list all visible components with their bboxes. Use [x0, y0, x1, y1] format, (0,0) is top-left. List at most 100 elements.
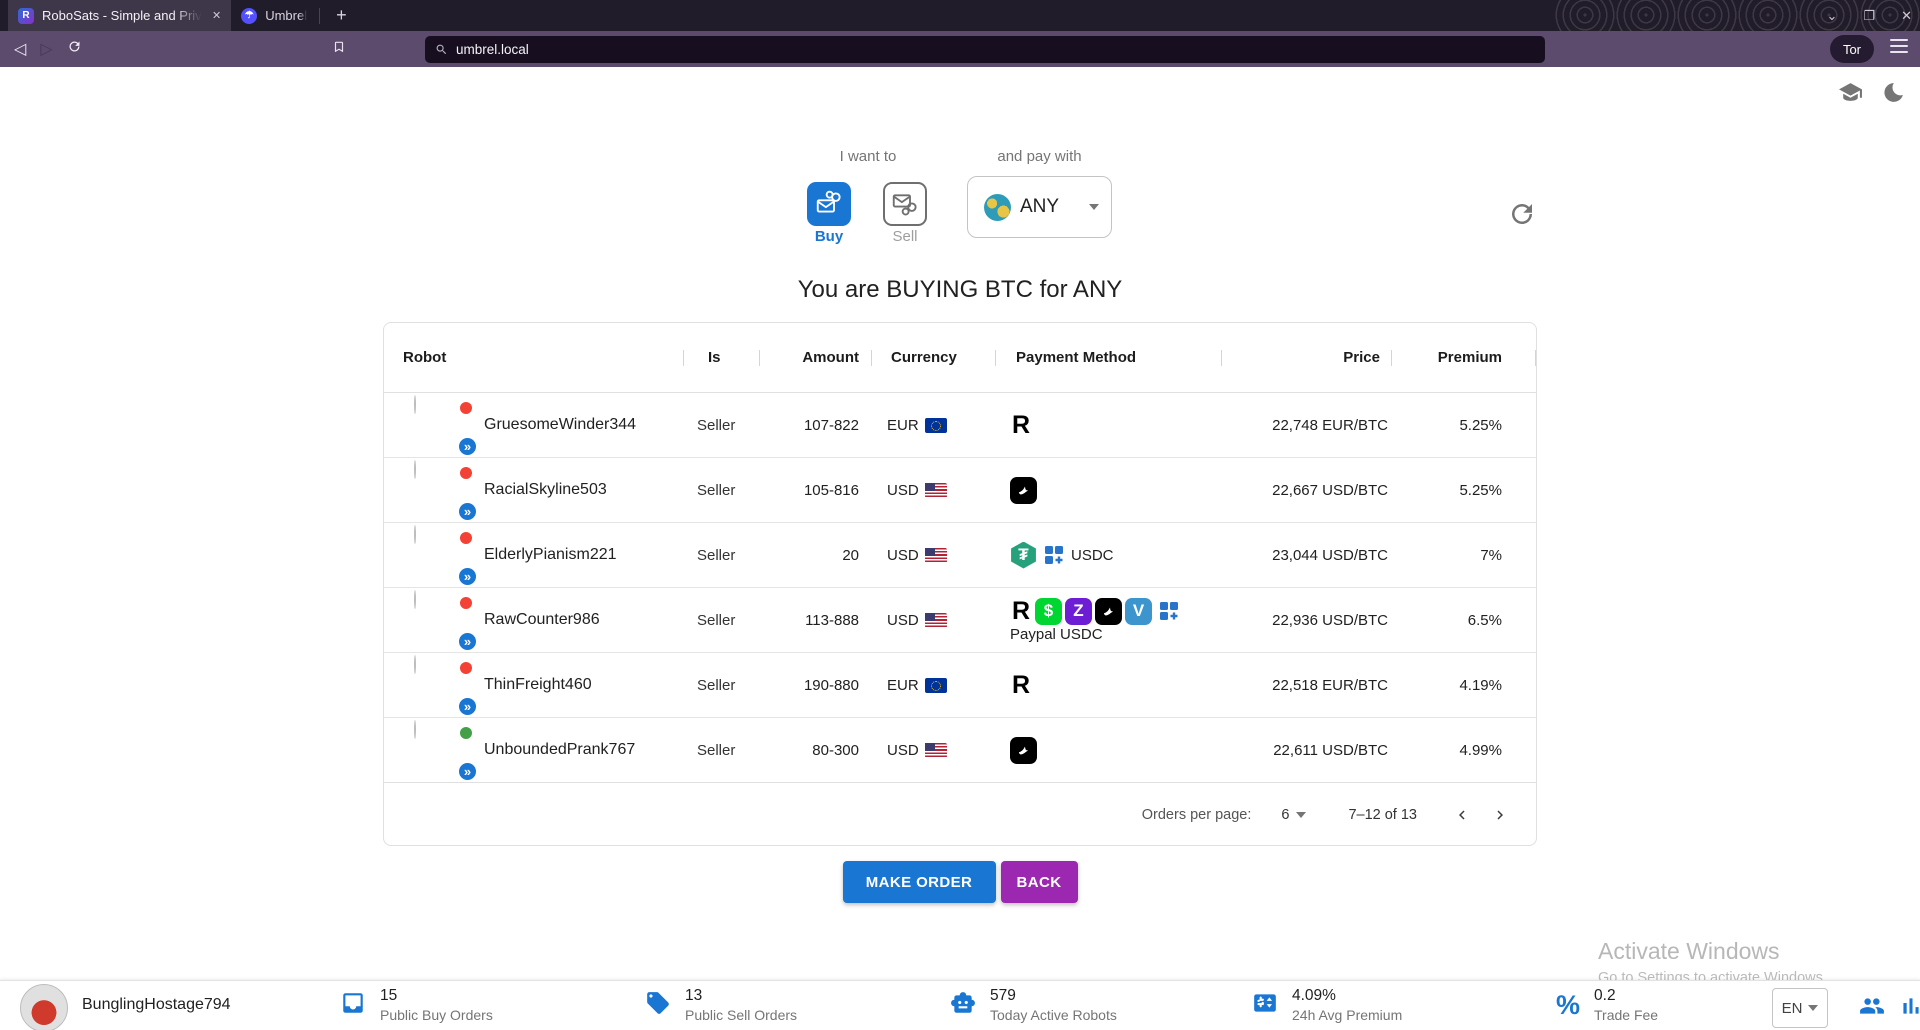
table-row[interactable]: » ThinFreight460 Seller 190-880 EUR R 22…: [384, 653, 1536, 718]
tab-umbrel[interactable]: ☂ Umbrel: [231, 0, 317, 31]
cashapp-icon: $: [1035, 598, 1062, 625]
page-range-label: 7–12 of 13: [1348, 807, 1417, 823]
browser-nav-bar: ◁ ▷ umbrel.local Tor: [0, 31, 1920, 67]
inbox-icon: [340, 990, 366, 1021]
currency-select[interactable]: ANY: [967, 176, 1112, 238]
minimize-icon[interactable]: ⌄: [1827, 8, 1838, 24]
previous-page-button[interactable]: [1443, 796, 1481, 834]
tab-title: Umbrel: [265, 8, 307, 23]
exchange-summary-icon[interactable]: [1898, 993, 1920, 1024]
table-row[interactable]: » RawCounter986 Seller 113-888 USD R$ZV …: [384, 588, 1536, 653]
user-nickname: BunglingHostage794: [82, 996, 231, 1014]
learn-icon[interactable]: [1838, 80, 1863, 110]
menu-icon[interactable]: [1890, 39, 1908, 53]
column-header-payment-method[interactable]: Payment Method: [996, 323, 1222, 392]
forward-icon[interactable]: ▷: [40, 39, 52, 59]
stat-today-active-robots: 579Today Active Robots: [950, 987, 1117, 1023]
premium-cell: 4.99%: [1392, 742, 1536, 759]
table-row[interactable]: » RacialSkyline503 Seller 105-816 USD 22…: [384, 458, 1536, 523]
next-page-button[interactable]: [1481, 796, 1519, 834]
premium-cell: 6.5%: [1392, 612, 1536, 629]
stat-24h-avg-premium: 4.09%24h Avg Premium: [1252, 987, 1402, 1023]
usdc-icon: [1040, 542, 1067, 569]
avatar: »: [414, 461, 472, 519]
avatar: »: [414, 526, 472, 584]
column-header-currency[interactable]: Currency: [872, 323, 996, 392]
orders-per-page-label: Orders per page:: [1142, 807, 1252, 823]
robot-name: GruesomeWinder344: [484, 416, 636, 434]
avatar: »: [414, 591, 472, 649]
double-chevron-badge: »: [457, 761, 478, 782]
double-chevron-badge: »: [457, 566, 478, 587]
bookmark-icon[interactable]: [332, 39, 346, 60]
status-badge: [460, 727, 472, 739]
user-avatar[interactable]: [20, 984, 68, 1030]
dark-mode-icon[interactable]: [1881, 80, 1906, 110]
column-header-amount[interactable]: Amount: [760, 323, 872, 392]
currency-cell: USD: [887, 482, 919, 499]
reload-icon[interactable]: [67, 39, 82, 59]
double-chevron-badge: »: [457, 436, 478, 457]
amount-cell: 107-822: [760, 417, 872, 434]
url-text: umbrel.local: [456, 42, 529, 57]
is-cell: Seller: [684, 677, 760, 694]
refresh-icon: [1507, 199, 1537, 229]
price-cell: 22,611 USD/BTC: [1222, 742, 1392, 759]
tor-button[interactable]: Tor: [1830, 35, 1874, 63]
refresh-button[interactable]: [1502, 194, 1542, 234]
page-title: You are BUYING BTC for ANY: [0, 276, 1920, 304]
back-icon[interactable]: ◁: [14, 39, 26, 59]
table-row[interactable]: » UnboundedPrank767 Seller 80-300 USD 22…: [384, 718, 1536, 783]
per-page-select[interactable]: 6: [1281, 807, 1306, 823]
table-header: Robot Is Amount Currency Payment Method …: [384, 323, 1536, 393]
community-icon[interactable]: [1858, 993, 1886, 1024]
back-button[interactable]: BACK: [1001, 861, 1078, 903]
bottom-status-bar: BunglingHostage794 15Public Buy Orders 1…: [0, 980, 1920, 1030]
robot-icon: [950, 990, 976, 1021]
premium-cell: 5.25%: [1392, 417, 1536, 434]
revolut-icon: R: [1010, 598, 1032, 625]
avatar: »: [414, 656, 472, 714]
revolut-icon: R: [1010, 412, 1032, 439]
i-want-to-label: I want to: [807, 148, 929, 165]
percent-icon: %: [1556, 992, 1580, 1019]
column-header-price[interactable]: Price: [1222, 323, 1392, 392]
amount-cell: 105-816: [760, 482, 872, 499]
new-tab-button[interactable]: +: [326, 5, 357, 26]
sell-toggle-button[interactable]: [883, 182, 927, 226]
robot-name: RawCounter986: [484, 611, 600, 629]
strike-icon: [1010, 737, 1037, 764]
column-header-premium[interactable]: Premium: [1392, 323, 1536, 392]
close-tab-icon[interactable]: ✕: [212, 9, 221, 22]
currency-cell: USD: [887, 742, 919, 759]
table-row[interactable]: » ElderlyPianism221 Seller 20 USD ₮USDC …: [384, 523, 1536, 588]
double-chevron-badge: »: [457, 631, 478, 652]
make-order-button[interactable]: MAKE ORDER: [843, 861, 996, 903]
amount-cell: 20: [760, 547, 872, 564]
robosats-favicon: R: [18, 8, 34, 24]
buy-toggle-button[interactable]: [807, 182, 851, 226]
window-controls: ⌄ ❐ ✕: [1827, 0, 1912, 31]
avatar: »: [414, 396, 472, 454]
umbrel-favicon: ☂: [241, 8, 257, 24]
column-header-robot[interactable]: Robot: [384, 323, 684, 392]
stat-trade-fee: % 0.2Trade Fee: [1556, 987, 1658, 1023]
url-bar[interactable]: umbrel.local: [425, 36, 1545, 63]
table-row[interactable]: » GruesomeWinder344 Seller 107-822 EUR R…: [384, 393, 1536, 458]
column-header-is[interactable]: Is: [684, 323, 760, 392]
currency-selected-value: ANY: [1020, 196, 1059, 218]
windows-watermark: Activate Windows Go to Settings to activ…: [1598, 938, 1827, 986]
close-window-icon[interactable]: ✕: [1901, 8, 1912, 24]
price-cell: 22,518 EUR/BTC: [1222, 677, 1392, 694]
venmo-icon: V: [1125, 598, 1152, 625]
currency-cell: EUR: [887, 677, 919, 694]
sell-envelope-icon: [890, 189, 920, 219]
language-select[interactable]: EN: [1772, 988, 1828, 1028]
restore-icon[interactable]: ❐: [1863, 8, 1875, 24]
chevron-down-icon: [1808, 1005, 1818, 1011]
tab-robosats[interactable]: R RoboSats - Simple and Private Bit ✕: [8, 0, 231, 31]
status-badge: [460, 532, 472, 544]
tether-icon: ₮: [1010, 542, 1037, 569]
is-cell: Seller: [684, 612, 760, 629]
buy-label: Buy: [807, 228, 851, 245]
